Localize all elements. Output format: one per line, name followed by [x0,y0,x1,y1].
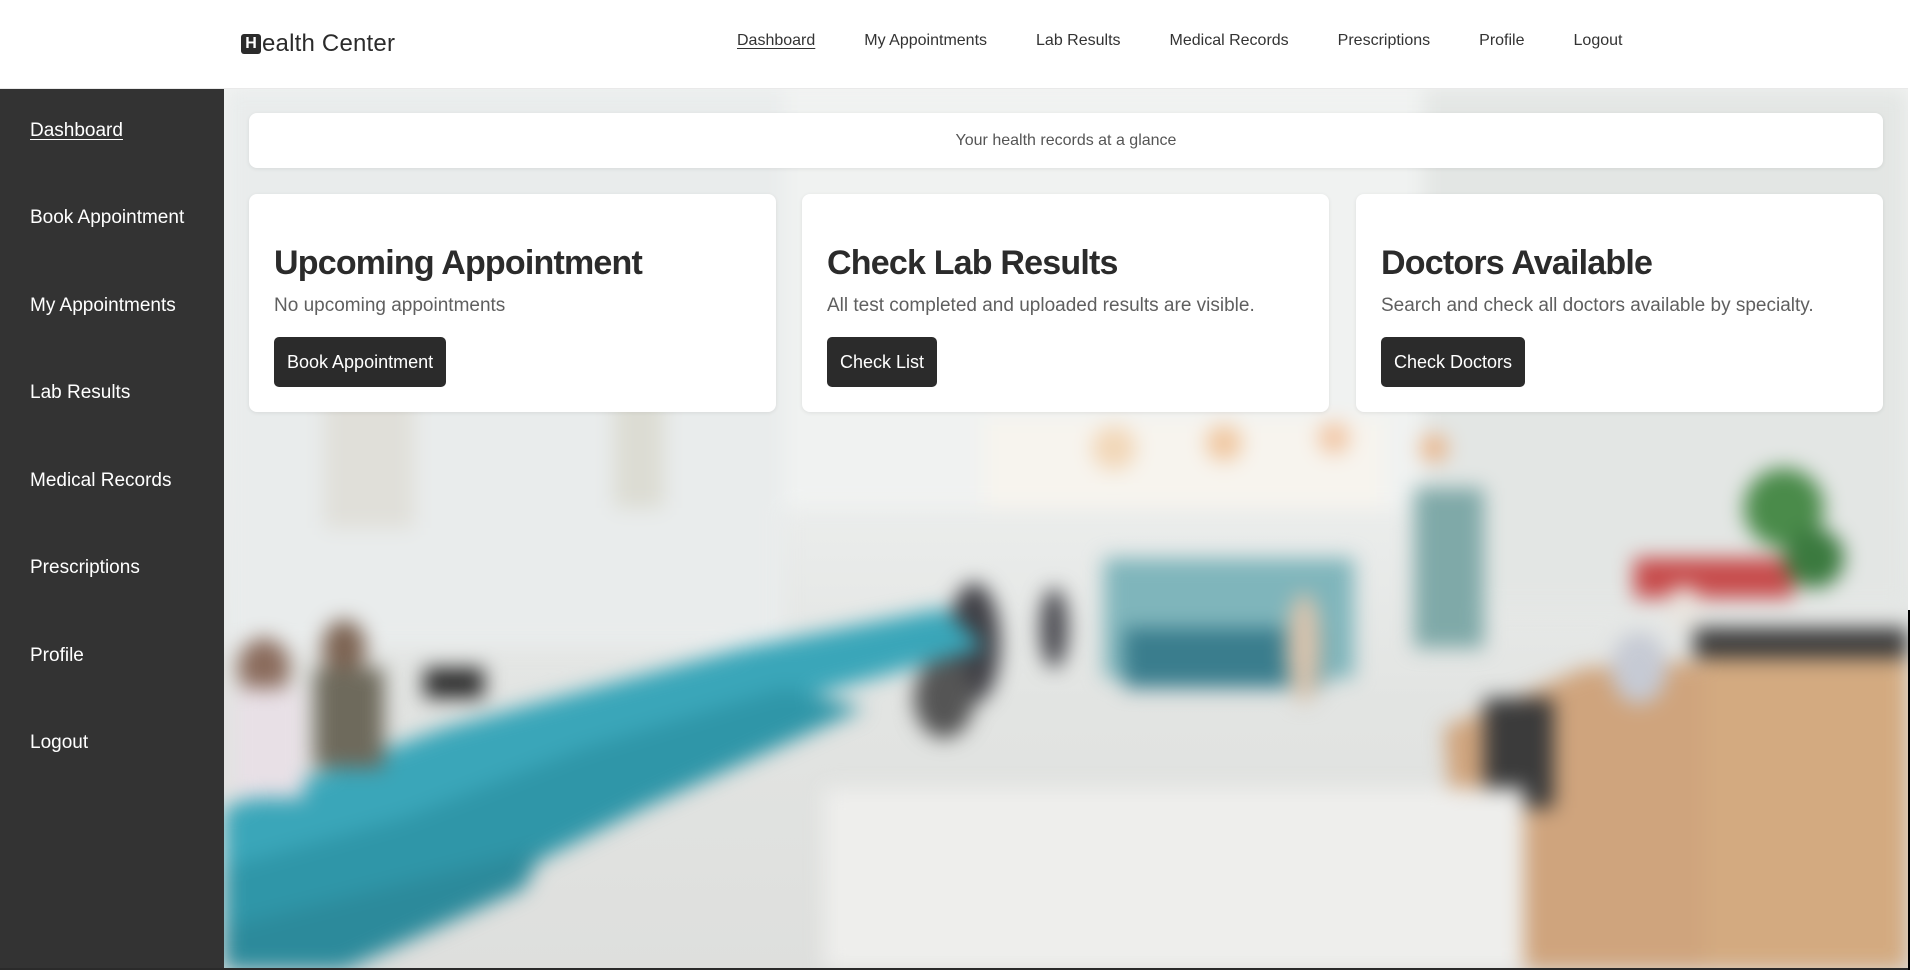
sidebar: Dashboard Book Appointment My Appointmen… [0,88,224,970]
scrollbar-edge [1908,610,1910,970]
sidebar-item-profile[interactable]: Profile [30,645,84,667]
top-nav-links: Dashboard My Appointments Lab Results Me… [737,32,1622,50]
top-nav-logout[interactable]: Logout [1574,32,1623,50]
top-navbar: H ealth Center Dashboard My Appointments… [0,0,1908,89]
sidebar-item-logout[interactable]: Logout [30,732,88,754]
book-appointment-button[interactable]: Book Appointment [274,337,447,387]
site-logo[interactable]: H ealth Center [241,29,395,59]
sidebar-item-my-appointments[interactable]: My Appointments [30,295,176,317]
upcoming-appointment-card: Upcoming Appointment No upcoming appoint… [249,194,776,412]
scrollbar[interactable] [1908,0,1918,970]
check-doctors-button[interactable]: Check Doctors [1381,337,1526,387]
card-title: Upcoming Appointment [274,244,643,282]
sidebar-item-prescriptions[interactable]: Prescriptions [30,557,140,579]
lab-results-card: Check Lab Results All test completed and… [802,194,1329,412]
hospital-logo-icon: H [241,34,261,54]
top-nav-prescriptions[interactable]: Prescriptions [1338,32,1430,50]
scrollbar-track [1908,0,1918,610]
sidebar-item-book-appointment[interactable]: Book Appointment [30,207,184,229]
doctors-available-card: Doctors Available Search and check all d… [1356,194,1883,412]
site-title: ealth Center [262,30,396,57]
card-title: Check Lab Results [827,244,1118,282]
top-nav-my-appointments[interactable]: My Appointments [864,32,987,50]
sidebar-item-dashboard[interactable]: Dashboard [30,120,123,142]
top-nav-profile[interactable]: Profile [1479,32,1524,50]
card-description: Search and check all doctors available b… [1381,295,1814,316]
top-nav-lab-results[interactable]: Lab Results [1036,32,1121,50]
top-nav-dashboard[interactable]: Dashboard [737,32,815,50]
check-list-button[interactable]: Check List [827,337,938,387]
sidebar-item-medical-records[interactable]: Medical Records [30,470,172,492]
card-description: No upcoming appointments [274,295,506,316]
card-title: Doctors Available [1381,244,1653,282]
page: H ealth Center Dashboard My Appointments… [0,0,1918,970]
welcome-banner: Your health records at a glance [249,113,1883,168]
sidebar-item-lab-results[interactable]: Lab Results [30,382,130,404]
card-description: All test completed and uploaded results … [827,295,1255,316]
top-nav-medical-records[interactable]: Medical Records [1170,32,1289,50]
